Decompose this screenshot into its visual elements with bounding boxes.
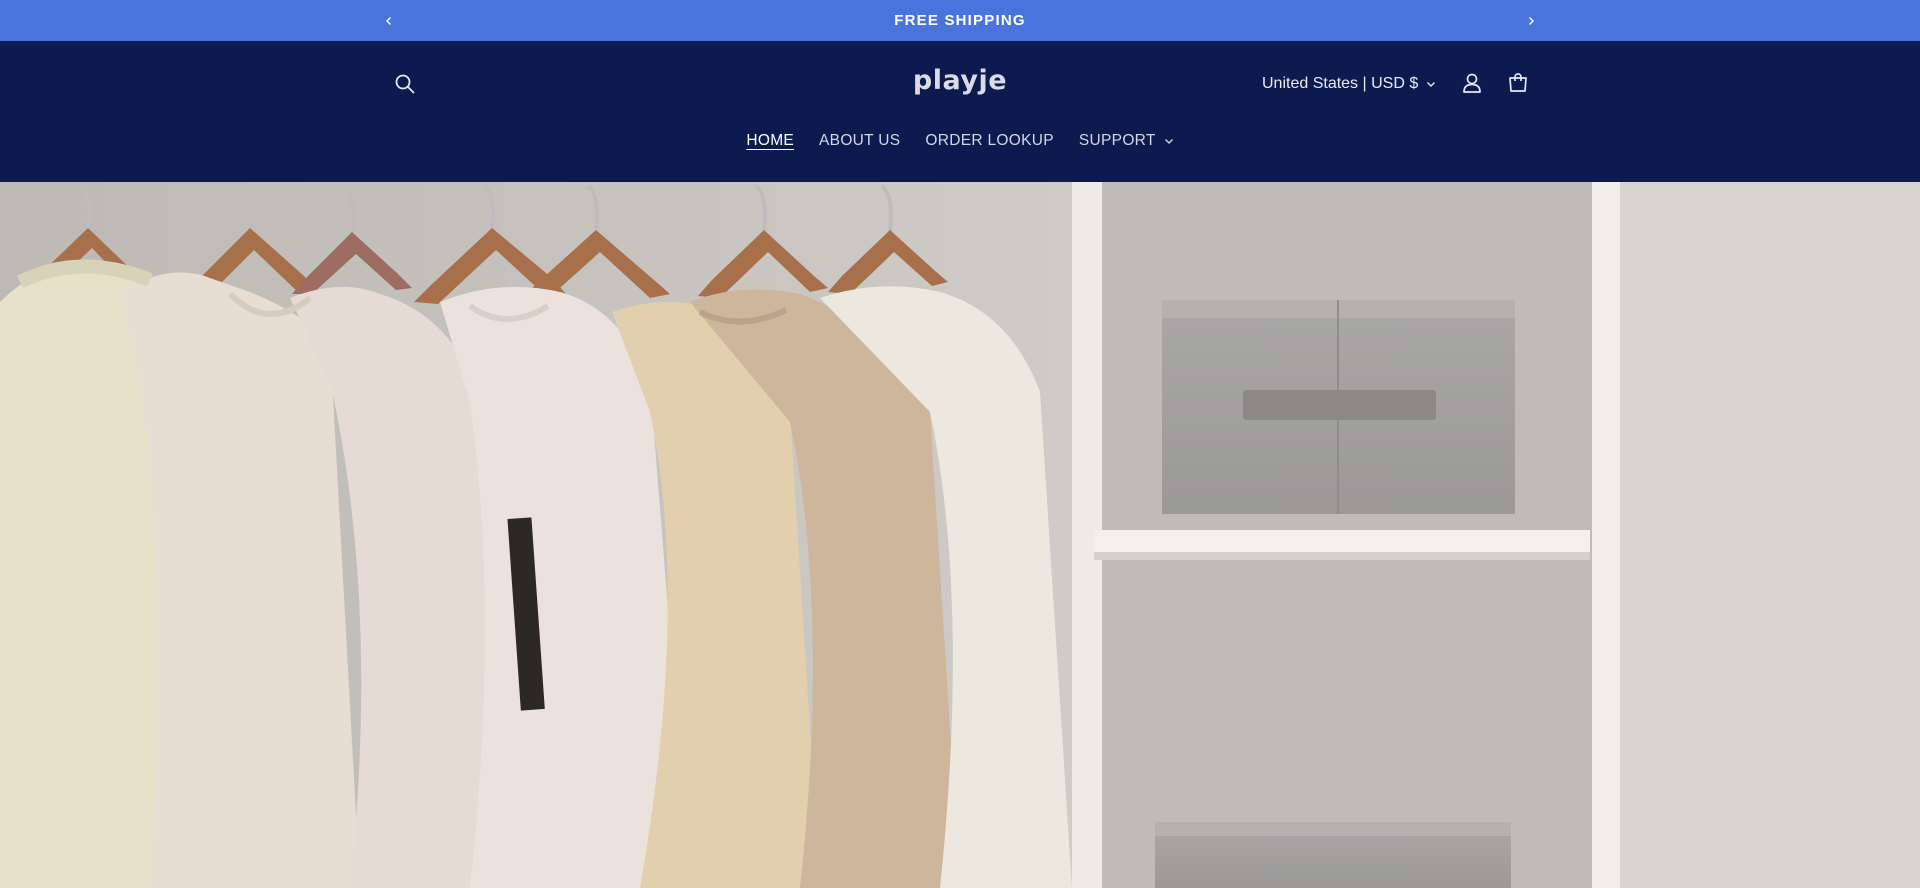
- nav-item-label: ABOUT US: [819, 132, 901, 149]
- main-navigation: HOME ABOUT US ORDER LOOKUP SUPPORT: [0, 128, 1920, 154]
- search-button[interactable]: [390, 69, 420, 99]
- nav-item-label: HOME: [746, 132, 795, 149]
- cart-button[interactable]: [1503, 68, 1533, 98]
- cart-icon: [1509, 73, 1527, 92]
- locale-label: United States | USD $: [1262, 75, 1419, 92]
- search-icon: [395, 74, 415, 94]
- account-button[interactable]: [1457, 68, 1487, 98]
- announcement-bar: FREE SHIPPING: [0, 0, 1920, 41]
- site-header: playje United States | USD $ HOME ABOUT …: [0, 41, 1920, 182]
- chevron-left-icon: [386, 16, 391, 25]
- country-currency-selector[interactable]: United States | USD $: [1262, 69, 1436, 99]
- closet-sweaters-illustration: [0, 182, 1920, 888]
- site-logo[interactable]: playje: [860, 65, 1060, 101]
- nav-item-label: SUPPORT: [1078, 132, 1156, 149]
- announcement-text: FREE SHIPPING: [894, 12, 1026, 29]
- nav-item-label: ORDER LOOKUP: [925, 132, 1054, 149]
- chevron-right-icon: [1529, 16, 1534, 25]
- announcement-prev-button[interactable]: [374, 0, 404, 41]
- chevron-down-icon: [1427, 82, 1436, 87]
- user-icon: [1463, 73, 1481, 93]
- nav-item-home[interactable]: HOME: [746, 128, 794, 154]
- nav-item-about-us[interactable]: ABOUT US: [819, 128, 900, 154]
- nav-item-support[interactable]: SUPPORT: [1079, 128, 1174, 154]
- nav-item-order-lookup[interactable]: ORDER LOOKUP: [925, 128, 1054, 154]
- announcement-next-button[interactable]: [1516, 0, 1546, 41]
- chevron-down-icon: [1164, 139, 1173, 144]
- hero-banner-image: [0, 182, 1920, 888]
